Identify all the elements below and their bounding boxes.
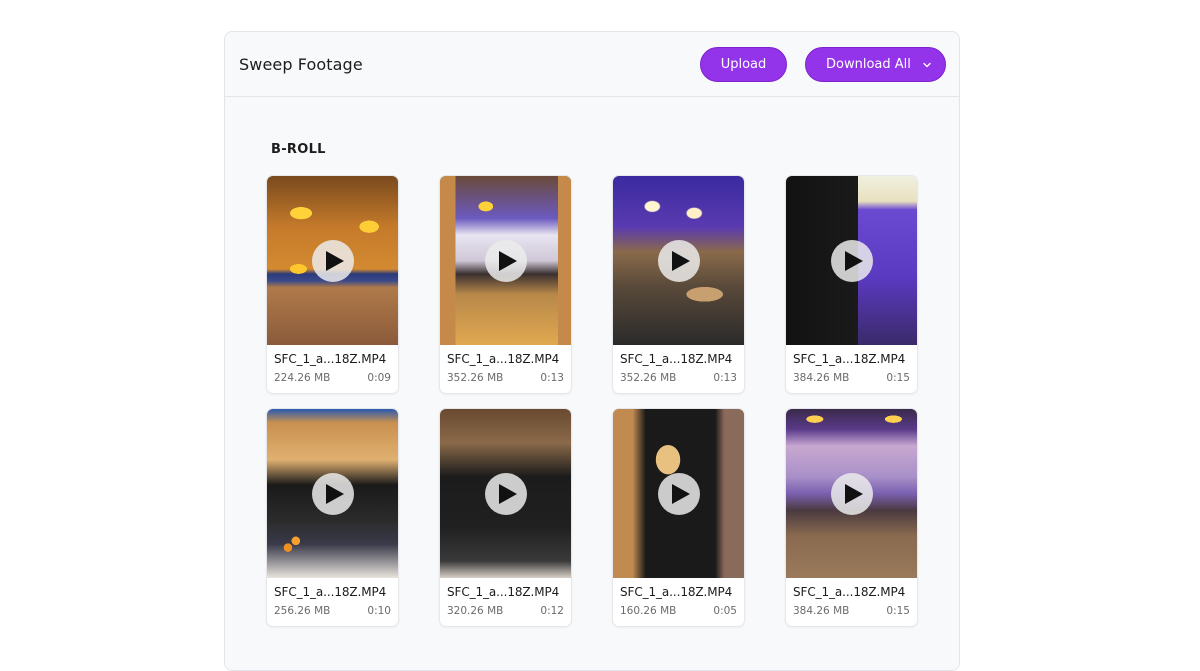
play-button[interactable]: [830, 472, 873, 515]
video-thumbnail[interactable]: [613, 176, 744, 345]
video-filename: SFC_1_a...18Z.MP4: [274, 352, 387, 366]
video-card[interactable]: SFC_1_a...18Z.MP4 320.26 MB 0:12: [439, 408, 572, 627]
video-card[interactable]: SFC_1_a...18Z.MP4 352.26 MB 0:13: [612, 175, 745, 394]
video-duration: 0:09: [367, 372, 391, 384]
play-button[interactable]: [311, 239, 354, 282]
video-filename: SFC_1_a...18Z.MP4: [620, 585, 733, 599]
video-duration: 0:13: [713, 372, 737, 384]
play-button[interactable]: [657, 472, 700, 515]
video-size: 320.26 MB: [447, 605, 504, 617]
video-size: 256.26 MB: [274, 605, 331, 617]
video-duration: 0:10: [367, 605, 391, 617]
video-duration: 0:12: [540, 605, 564, 617]
video-duration: 0:05: [713, 605, 737, 617]
video-size: 384.26 MB: [793, 605, 850, 617]
video-size: 224.26 MB: [274, 372, 331, 384]
video-thumbnail[interactable]: [440, 176, 571, 345]
video-size: 352.26 MB: [620, 372, 677, 384]
upload-button-label: Upload: [720, 57, 767, 72]
video-grid: SFC_1_a...18Z.MP4 224.26 MB 0:09 SFC_1_a…: [266, 175, 918, 627]
play-icon: [844, 483, 863, 504]
play-icon: [671, 250, 690, 271]
video-size: 384.26 MB: [793, 372, 850, 384]
play-button[interactable]: [657, 239, 700, 282]
video-card[interactable]: SFC_1_a...18Z.MP4 224.26 MB 0:09: [266, 175, 399, 394]
section-label-b-roll: B-ROLL: [271, 142, 326, 157]
video-duration: 0:15: [886, 605, 910, 617]
play-icon: [325, 483, 344, 504]
video-thumbnail[interactable]: [786, 176, 917, 345]
play-icon: [844, 250, 863, 271]
video-thumbnail[interactable]: [440, 409, 571, 578]
chevron-down-icon[interactable]: [922, 60, 932, 70]
play-button[interactable]: [484, 472, 527, 515]
play-button[interactable]: [830, 239, 873, 282]
video-thumbnail[interactable]: [786, 409, 917, 578]
video-thumbnail[interactable]: [267, 176, 398, 345]
upload-button[interactable]: Upload: [700, 47, 787, 82]
video-card[interactable]: SFC_1_a...18Z.MP4 384.26 MB 0:15: [785, 175, 918, 394]
video-card[interactable]: SFC_1_a...18Z.MP4 352.26 MB 0:13: [439, 175, 572, 394]
play-icon: [498, 483, 517, 504]
play-icon: [325, 250, 344, 271]
video-filename: SFC_1_a...18Z.MP4: [620, 352, 733, 366]
video-filename: SFC_1_a...18Z.MP4: [274, 585, 387, 599]
play-icon: [671, 483, 690, 504]
sweep-footage-panel: Sweep Footage Upload Download All B-ROLL…: [224, 31, 960, 671]
video-card[interactable]: SFC_1_a...18Z.MP4 256.26 MB 0:10: [266, 408, 399, 627]
play-button[interactable]: [311, 472, 354, 515]
video-filename: SFC_1_a...18Z.MP4: [447, 352, 560, 366]
page-title: Sweep Footage: [239, 54, 363, 74]
play-button[interactable]: [484, 239, 527, 282]
video-duration: 0:13: [540, 372, 564, 384]
video-thumbnail[interactable]: [613, 409, 744, 578]
download-all-button[interactable]: Download All: [805, 47, 946, 82]
video-filename: SFC_1_a...18Z.MP4: [793, 352, 906, 366]
video-thumbnail[interactable]: [267, 409, 398, 578]
panel-header: Sweep Footage Upload Download All: [225, 32, 959, 97]
video-size: 352.26 MB: [447, 372, 504, 384]
download-all-button-label: Download All: [826, 57, 911, 72]
video-filename: SFC_1_a...18Z.MP4: [793, 585, 906, 599]
play-icon: [498, 250, 517, 271]
video-filename: SFC_1_a...18Z.MP4: [447, 585, 560, 599]
video-card[interactable]: SFC_1_a...18Z.MP4 384.26 MB 0:15: [785, 408, 918, 627]
video-card[interactable]: SFC_1_a...18Z.MP4 160.26 MB 0:05: [612, 408, 745, 627]
video-duration: 0:15: [886, 372, 910, 384]
video-size: 160.26 MB: [620, 605, 677, 617]
